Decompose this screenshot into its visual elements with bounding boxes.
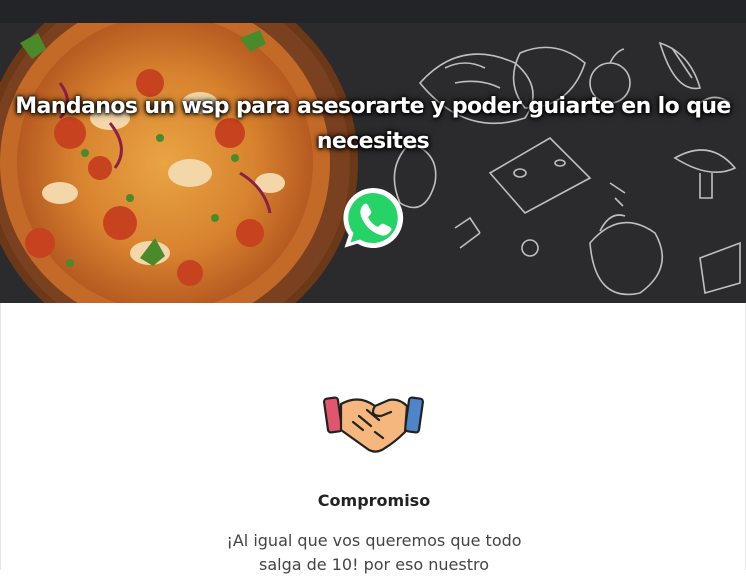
whatsapp-button[interactable] [340,185,406,251]
feature-title: Compromiso [317,491,431,510]
handshake-icon [323,396,425,453]
features-section: Compromiso ¡Al igual que vos queremos qu… [0,303,746,574]
hero-background [0,23,741,303]
hero-banner: Mandanos un wsp para asesorarte y poder … [0,23,746,303]
top-bar [0,0,746,23]
whatsapp-icon [343,187,404,248]
hero-title: Mandanos un wsp para asesorarte y poder … [15,94,731,154]
